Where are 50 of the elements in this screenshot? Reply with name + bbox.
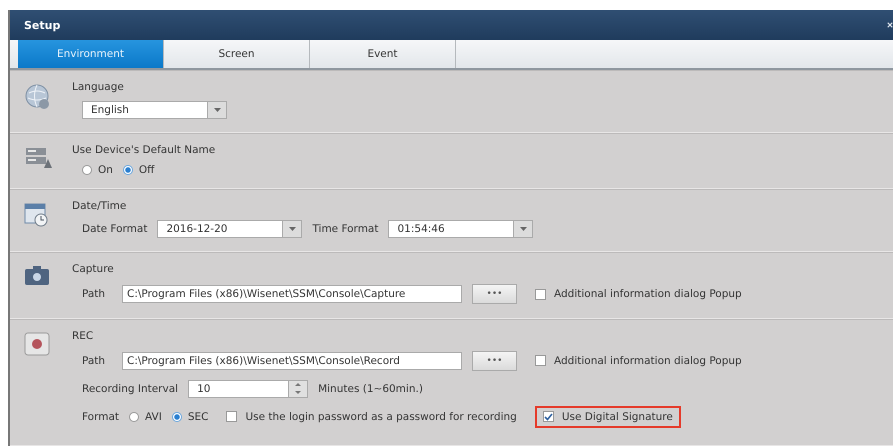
record-icon bbox=[24, 332, 50, 356]
section-title: Capture bbox=[72, 262, 115, 276]
section-title: Date/Time bbox=[72, 199, 128, 212]
tab[interactable]: Screen bbox=[164, 40, 310, 68]
radio-option[interactable]: AVI bbox=[129, 410, 162, 423]
path-field[interactable]: C:\Program Files (x86)\Wisenet\SSM\Console\Record bbox=[122, 352, 462, 370]
field-label: Date Format bbox=[82, 223, 148, 236]
field-label: Minutes (1~60min.) bbox=[318, 382, 423, 395]
spinner-field[interactable]: 10 bbox=[188, 380, 308, 398]
checkbox[interactable] bbox=[535, 355, 546, 366]
dropdown[interactable]: 01:54:46 bbox=[388, 220, 534, 238]
field-label: Format bbox=[82, 410, 120, 423]
calendar-clock-icon bbox=[24, 202, 50, 228]
section-title: REC bbox=[72, 328, 94, 342]
field-label: Path bbox=[82, 354, 106, 367]
radio-button[interactable] bbox=[172, 412, 182, 422]
checkbox-label: Use Digital Signature bbox=[562, 410, 673, 423]
tab[interactable]: Event bbox=[310, 40, 456, 68]
field-label: Time Format bbox=[312, 223, 378, 236]
radio-option[interactable]: On bbox=[82, 164, 113, 176]
up-arrow-icon[interactable] bbox=[295, 383, 302, 386]
path-field[interactable]: C:\Program Files (x86)\Wisenet\SSM\Console\Capture bbox=[122, 285, 462, 304]
radio-option[interactable]: Off bbox=[122, 164, 154, 176]
section-title: Language bbox=[72, 80, 125, 93]
server-icon bbox=[24, 146, 52, 170]
field-label: Path bbox=[82, 288, 106, 300]
caret-icon bbox=[288, 227, 296, 232]
down-arrow-icon[interactable] bbox=[295, 391, 302, 394]
caret-icon bbox=[214, 108, 220, 112]
radio-option[interactable]: SEC bbox=[172, 410, 208, 423]
field-label: Recording Interval bbox=[82, 382, 178, 395]
radio-button[interactable] bbox=[82, 164, 92, 175]
globe-icon bbox=[24, 83, 52, 111]
section-title: Use Device's Default Name bbox=[72, 142, 216, 156]
checkbox[interactable] bbox=[226, 411, 238, 422]
window-title: Setup bbox=[24, 18, 60, 32]
browse-button[interactable]: ••• bbox=[472, 350, 517, 371]
radio-button[interactable] bbox=[129, 412, 140, 422]
caret-icon bbox=[520, 227, 527, 232]
checkbox-label: Use the login password as a password for recording bbox=[245, 410, 517, 423]
browse-button[interactable]: ••• bbox=[472, 284, 517, 304]
checkbox-label: Additional information dialog Popup bbox=[554, 354, 742, 367]
checkbox[interactable] bbox=[535, 288, 546, 300]
checkbox[interactable] bbox=[542, 411, 554, 422]
radio-button[interactable] bbox=[122, 164, 133, 175]
camera-icon bbox=[24, 265, 50, 288]
close-icon[interactable] bbox=[887, 21, 893, 29]
dropdown[interactable]: 2016-12-20 bbox=[157, 220, 302, 238]
checkbox-label: Additional information dialog Popup bbox=[554, 288, 742, 300]
dropdown[interactable]: English bbox=[82, 101, 227, 119]
